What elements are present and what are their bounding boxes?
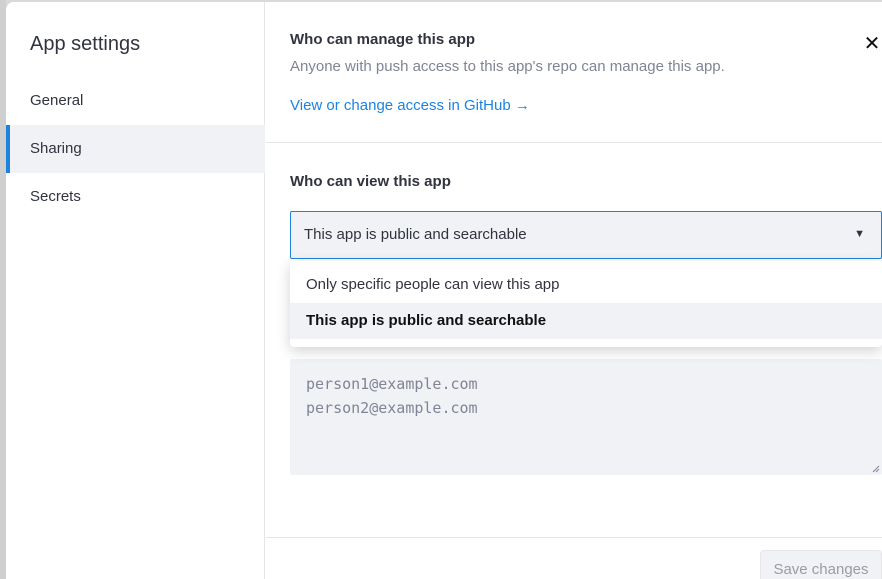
option-specific-people[interactable]: Only specific people can view this app xyxy=(290,267,882,303)
caret-down-icon: ▼ xyxy=(854,228,865,240)
sidebar-item-secrets[interactable]: Secrets xyxy=(6,173,265,221)
manage-description: Anyone with push access to this app's re… xyxy=(290,58,725,75)
sidebar-item-sharing[interactable]: Sharing xyxy=(6,125,265,173)
placeholder-line: person2@example.com xyxy=(306,399,478,417)
placeholder-line: person1@example.com xyxy=(306,375,478,393)
visibility-select-value: This app is public and searchable xyxy=(304,226,527,243)
emails-textarea[interactable]: person1@example.com person2@example.com xyxy=(290,359,882,475)
visibility-select[interactable]: This app is public and searchable ▼ xyxy=(290,211,882,259)
settings-content: ✕ Who can manage this app Anyone with pu… xyxy=(266,2,882,579)
manage-heading: Who can manage this app xyxy=(290,31,476,48)
view-heading: Who can view this app xyxy=(290,173,451,190)
github-access-link[interactable]: View or change access in GitHub → xyxy=(290,97,530,114)
sidebar-item-general[interactable]: General xyxy=(6,77,265,125)
close-icon[interactable]: ✕ xyxy=(862,33,882,55)
settings-dialog: App settings General Sharing Secrets ✕ W… xyxy=(6,2,882,579)
divider xyxy=(266,537,882,538)
option-public-searchable[interactable]: This app is public and searchable xyxy=(290,303,882,339)
settings-sidebar: App settings General Sharing Secrets xyxy=(6,2,265,579)
resize-handle-icon[interactable] xyxy=(872,465,880,473)
visibility-dropdown-menu: Only specific people can view this app T… xyxy=(290,261,882,347)
save-changes-button[interactable]: Save changes xyxy=(760,550,882,579)
sidebar-title: App settings xyxy=(30,33,141,55)
divider xyxy=(266,142,882,143)
